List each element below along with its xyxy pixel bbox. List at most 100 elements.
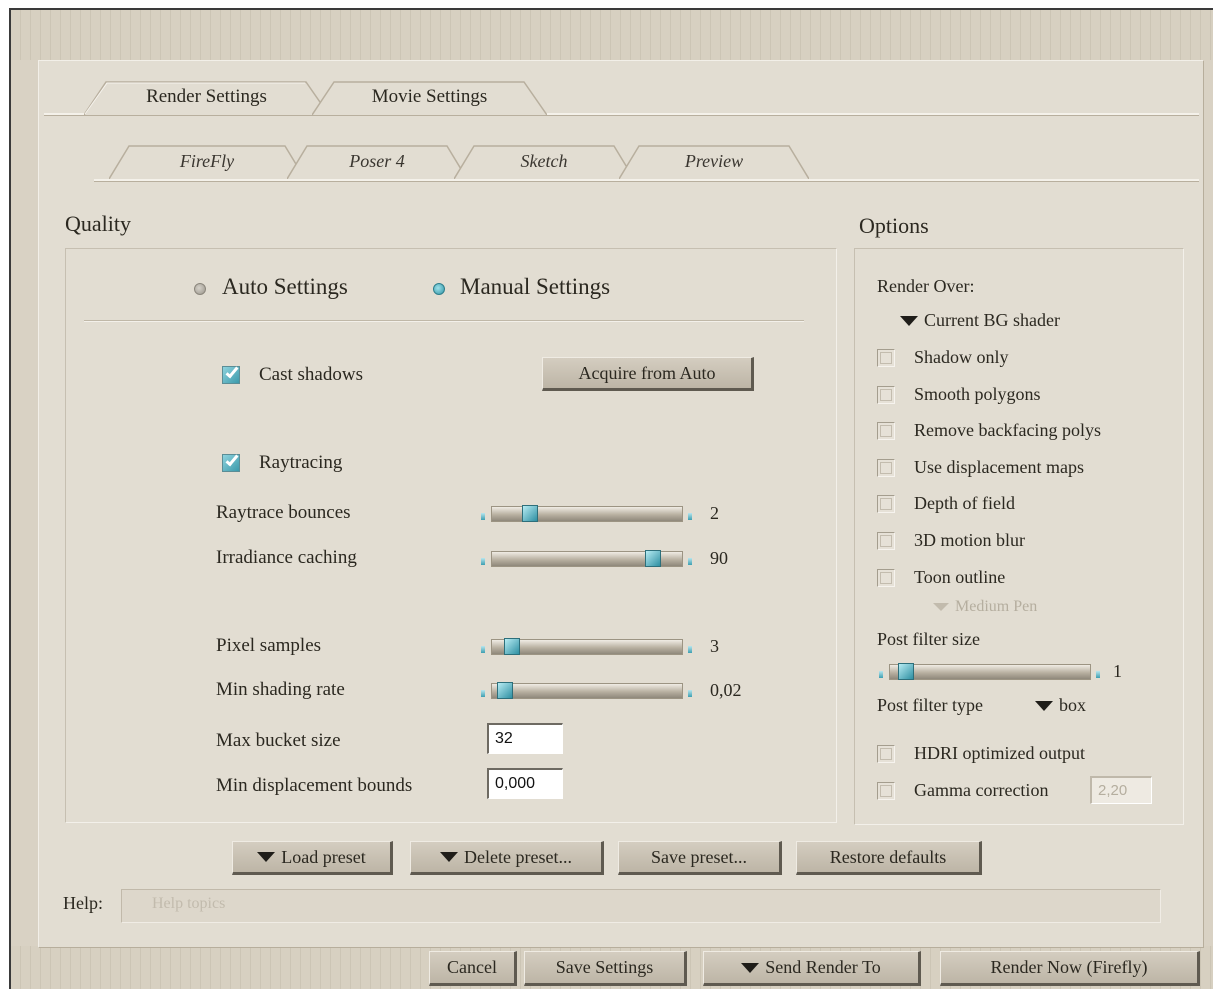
- options-title: Options: [859, 213, 929, 238]
- save-settings-button[interactable]: Save Settings: [524, 951, 687, 986]
- cast-shadows-label: Cast shadows: [259, 364, 363, 385]
- min-displacement-bounds-label: Min displacement bounds: [216, 775, 413, 796]
- slider-max-marker: [1096, 671, 1100, 678]
- slider-min-marker: [481, 690, 485, 697]
- tab-sketch[interactable]: Sketch: [454, 143, 634, 179]
- slider-min-marker: [481, 513, 485, 520]
- render-over-dropdown[interactable]: Current BG shader: [900, 310, 1060, 331]
- raytracing-label: Raytracing: [259, 452, 343, 473]
- toon-dropdown-arrow-icon: [933, 603, 949, 611]
- gamma-label: Gamma correction: [914, 780, 1049, 800]
- help-topics-box[interactable]: Help topics: [121, 889, 1161, 923]
- post-filter-size-value: 1: [1113, 661, 1122, 681]
- post-filter-type-value: box: [1059, 695, 1086, 715]
- min-displacement-bounds-input[interactable]: [487, 768, 563, 799]
- slider-thumb[interactable]: [497, 682, 513, 699]
- cast-shadows-checkbox[interactable]: [222, 366, 240, 384]
- slider-thumb[interactable]: [522, 505, 538, 522]
- slider-track[interactable]: [889, 664, 1091, 680]
- top-texture-band: [11, 10, 1213, 60]
- auto-settings-label[interactable]: Auto Settings: [222, 274, 348, 300]
- dialog-content: Render Settings Movie Settings FireFly P…: [38, 60, 1204, 948]
- max-bucket-size-label: Max bucket size: [216, 730, 341, 751]
- manual-settings-label[interactable]: Manual Settings: [460, 274, 610, 300]
- load-preset-arrow-icon: [257, 852, 276, 862]
- smooth-polygons-checkbox[interactable]: [877, 386, 895, 404]
- filter-dropdown-arrow-icon: [1035, 700, 1053, 711]
- delete-preset-arrow-icon: [440, 852, 459, 862]
- min-shading-rate-label: Min shading rate: [216, 679, 345, 700]
- delete-preset-label: Delete preset...: [464, 846, 572, 867]
- tab-preview[interactable]: Preview: [619, 143, 809, 179]
- delete-preset-button[interactable]: Delete preset...: [410, 841, 604, 875]
- tab-preview-label: Preview: [684, 150, 744, 171]
- render-over-label: Render Over:: [877, 276, 975, 296]
- toon-outline-checkbox[interactable]: [877, 569, 895, 587]
- slider-max-marker: [688, 558, 692, 565]
- send-render-to-button[interactable]: Send Render To: [703, 951, 921, 986]
- depth-of-field-checkbox[interactable]: [877, 495, 895, 513]
- depth-of-field-label: Depth of field: [914, 493, 1015, 513]
- slider-max-marker: [688, 513, 692, 520]
- slider-thumb[interactable]: [898, 663, 914, 680]
- slider-max-marker: [688, 646, 692, 653]
- dropdown-arrow-icon: [900, 315, 918, 326]
- cancel-button[interactable]: Cancel: [429, 951, 517, 986]
- raytrace-bounces-label: Raytrace bounces: [216, 502, 351, 523]
- shadow-only-label: Shadow only: [914, 347, 1009, 367]
- restore-defaults-button[interactable]: Restore defaults: [796, 841, 982, 875]
- slider-thumb[interactable]: [645, 550, 661, 567]
- render-over-value: Current BG shader: [924, 310, 1060, 330]
- slider-min-marker: [481, 558, 485, 565]
- hdri-label: HDRI optimized output: [914, 743, 1085, 763]
- slider-track[interactable]: [491, 683, 683, 699]
- post-filter-type-dropdown[interactable]: box: [1035, 695, 1086, 716]
- quality-panel: Auto Settings Manual Settings Cast shado…: [65, 248, 837, 823]
- max-bucket-size-input[interactable]: [487, 723, 563, 754]
- pixel-samples-label: Pixel samples: [216, 635, 322, 656]
- manual-settings-radio[interactable]: [433, 283, 445, 295]
- irradiance-caching-label: Irradiance caching: [216, 547, 357, 568]
- render-settings-dialog: Render Settings Movie Settings FireFly P…: [9, 8, 1213, 989]
- acquire-from-auto-button[interactable]: Acquire from Auto: [542, 357, 754, 391]
- irradiance-caching-slider[interactable]: [479, 550, 695, 567]
- send-render-arrow-icon: [741, 962, 760, 973]
- gamma-checkbox[interactable]: [877, 782, 895, 800]
- remove-backfacing-label: Remove backfacing polys: [914, 420, 1101, 440]
- displacement-maps-checkbox[interactable]: [877, 459, 895, 477]
- pixel-samples-value: 3: [710, 636, 719, 656]
- motion-blur-checkbox[interactable]: [877, 532, 895, 550]
- tab-firefly[interactable]: FireFly: [109, 143, 305, 179]
- slider-max-marker: [688, 690, 692, 697]
- motion-blur-label: 3D motion blur: [914, 530, 1025, 550]
- slider-track[interactable]: [491, 506, 683, 522]
- smooth-polygons-label: Smooth polygons: [914, 384, 1041, 404]
- tab-render-settings[interactable]: Render Settings: [84, 79, 329, 115]
- toon-style-value: Medium Pen: [955, 598, 1038, 615]
- raytracing-checkbox[interactable]: [222, 454, 240, 472]
- auto-settings-radio[interactable]: [194, 283, 206, 295]
- post-filter-size-slider[interactable]: [877, 663, 1103, 680]
- tab-movie-settings-label: Movie Settings: [371, 86, 488, 107]
- remove-backfacing-checkbox[interactable]: [877, 422, 895, 440]
- min-shading-rate-slider[interactable]: [479, 682, 695, 699]
- pixel-samples-slider[interactable]: [479, 638, 695, 655]
- slider-thumb[interactable]: [504, 638, 520, 655]
- load-preset-button[interactable]: Load preset: [232, 841, 393, 875]
- quality-divider: [84, 320, 804, 322]
- tab-movie-settings[interactable]: Movie Settings: [312, 79, 547, 115]
- engine-tab-baseline: [94, 179, 1199, 182]
- load-preset-label: Load preset: [281, 846, 366, 867]
- send-render-label: Send Render To: [765, 957, 881, 977]
- render-now-button[interactable]: Render Now (Firefly): [940, 951, 1200, 986]
- raytrace-bounces-slider[interactable]: [479, 505, 695, 522]
- hdri-checkbox[interactable]: [877, 745, 895, 763]
- help-label: Help:: [63, 893, 103, 913]
- save-preset-button[interactable]: Save preset...: [618, 841, 782, 875]
- shadow-only-checkbox[interactable]: [877, 349, 895, 367]
- gamma-value-input[interactable]: [1090, 776, 1152, 804]
- tab-render-settings-label: Render Settings: [146, 86, 267, 107]
- min-shading-rate-value: 0,02: [710, 680, 742, 700]
- tab-poser4[interactable]: Poser 4: [287, 143, 467, 179]
- post-filter-size-label: Post filter size: [877, 629, 980, 649]
